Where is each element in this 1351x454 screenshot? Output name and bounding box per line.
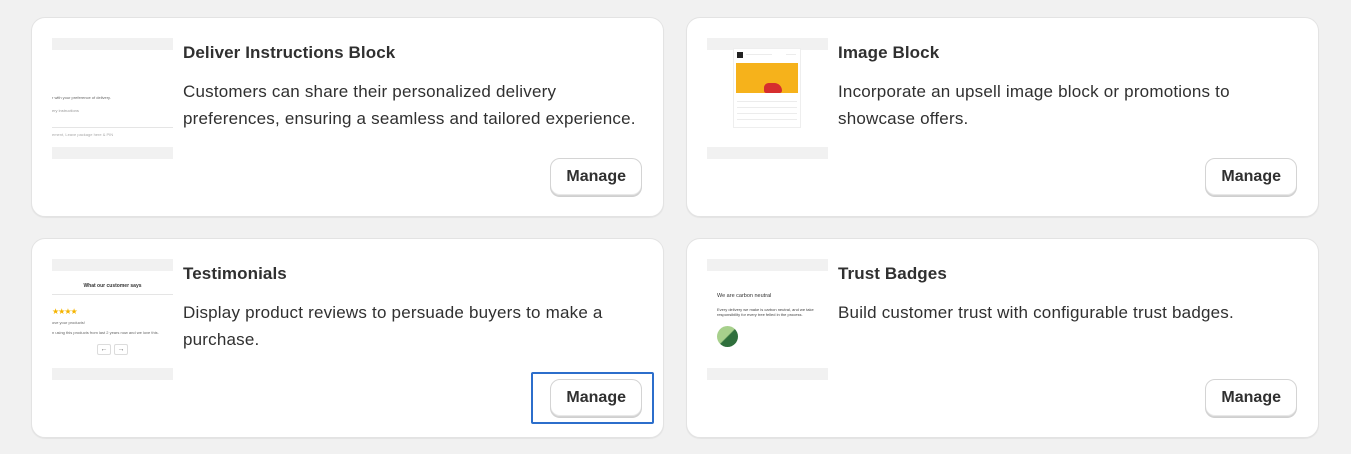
mini-store-preview bbox=[733, 48, 801, 128]
preview-heading: What our customer says bbox=[83, 283, 142, 289]
carbon-neutral-badge-icon bbox=[717, 326, 738, 347]
preview-header-bar bbox=[52, 38, 173, 50]
app-block-card-trust-badges: We are carbon neutral Every delivery we … bbox=[686, 238, 1319, 438]
preview-text: Every delivery we make is carbon neutral… bbox=[717, 307, 814, 317]
trust-badges-preview-image: We are carbon neutral Every delivery we … bbox=[707, 259, 828, 380]
preview-footer-bar bbox=[707, 147, 828, 159]
card-title: Trust Badges bbox=[838, 264, 947, 283]
preview-line bbox=[786, 54, 796, 55]
preview-header-bar bbox=[707, 259, 828, 271]
manage-button[interactable]: Manage bbox=[550, 379, 642, 417]
next-arrow-icon: → bbox=[114, 344, 128, 355]
preview-line bbox=[746, 54, 772, 55]
prev-arrow-icon: ← bbox=[97, 344, 111, 355]
preview-heading: We are carbon neutral bbox=[717, 293, 772, 299]
star-rating-icon: ★★★★ bbox=[52, 307, 78, 316]
testimonials-preview-image: What our customer says ★★★★ ove your pro… bbox=[52, 259, 173, 380]
preview-line bbox=[737, 107, 797, 108]
preview-line bbox=[737, 119, 797, 120]
preview-divider bbox=[52, 127, 173, 128]
preview-text: ove your products! bbox=[52, 320, 85, 325]
app-block-card-image-block: Image Block Incorporate an upsell image … bbox=[686, 17, 1319, 217]
manage-button[interactable]: Manage bbox=[1205, 158, 1297, 196]
card-title: Deliver Instructions Block bbox=[183, 43, 396, 62]
store-logo-icon bbox=[737, 52, 743, 58]
app-block-card-testimonials: What our customer says ★★★★ ove your pro… bbox=[31, 238, 664, 438]
image-block-preview-image bbox=[707, 38, 828, 159]
card-title: Testimonials bbox=[183, 264, 287, 283]
promo-banner bbox=[736, 63, 798, 93]
preview-footer-bar bbox=[52, 147, 173, 159]
manage-button[interactable]: Manage bbox=[1205, 379, 1297, 417]
preview-footer-bar bbox=[52, 368, 173, 380]
card-description: Incorporate an upsell image block or pro… bbox=[838, 82, 1230, 128]
preview-text: ery instructions bbox=[52, 108, 79, 113]
card-description: Customers can share their personalized d… bbox=[183, 82, 636, 128]
preview-text: r with your preference of delivery. bbox=[52, 95, 111, 100]
preview-footer-bar bbox=[707, 368, 828, 380]
preview-text: n using this products from last 2 years … bbox=[52, 330, 159, 335]
card-description: Build customer trust with configurable t… bbox=[838, 303, 1234, 322]
preview-divider bbox=[52, 294, 173, 295]
card-description: Display product reviews to persuade buye… bbox=[183, 303, 603, 349]
preview-text: ement, Leave package here & PIN bbox=[52, 132, 114, 137]
manage-button[interactable]: Manage bbox=[550, 158, 642, 196]
preview-line bbox=[737, 101, 797, 102]
deliver-instructions-preview-image: r with your preference of delivery. ery … bbox=[52, 38, 173, 159]
preview-header-bar bbox=[52, 259, 173, 271]
shoe-icon bbox=[764, 83, 782, 93]
preview-line bbox=[737, 113, 797, 114]
card-title: Image Block bbox=[838, 43, 940, 62]
app-block-card-deliver-instructions: r with your preference of delivery. ery … bbox=[31, 17, 664, 217]
